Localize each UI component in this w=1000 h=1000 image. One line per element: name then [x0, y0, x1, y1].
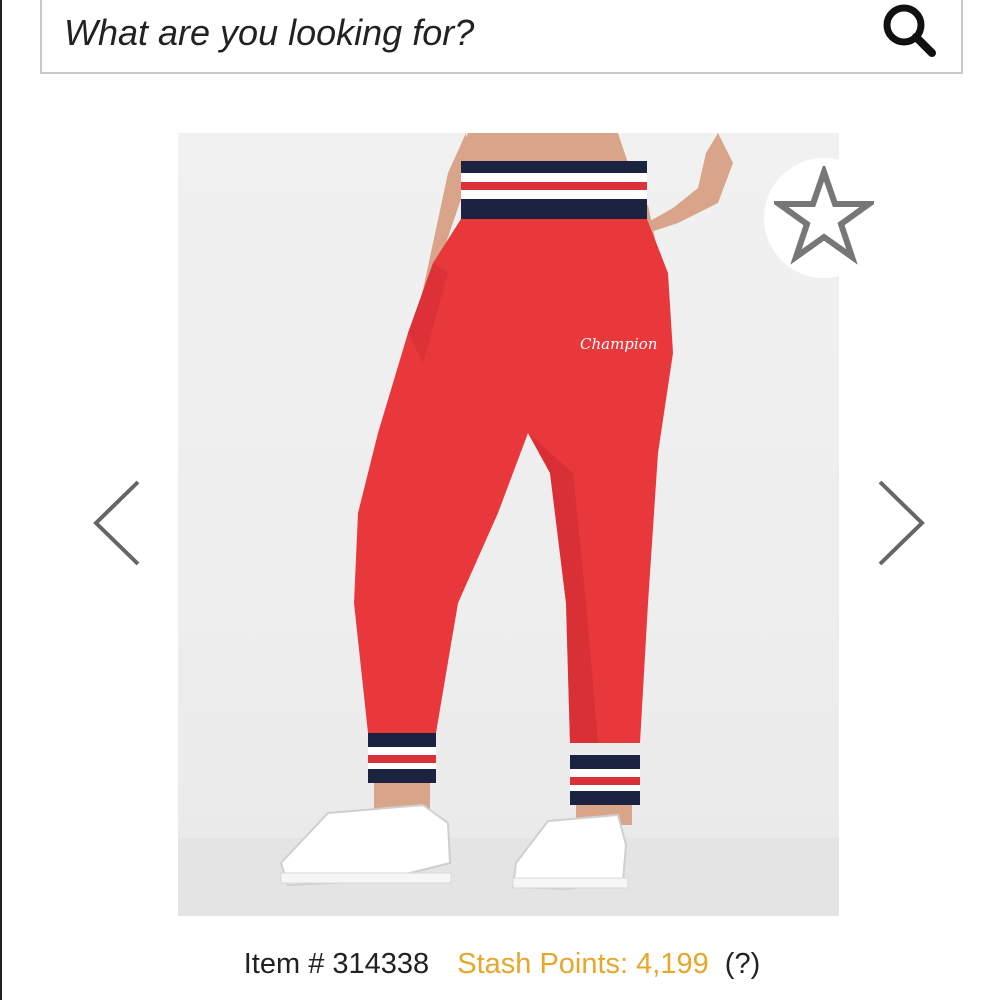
stash-points: Stash Points: 4,199 — [457, 948, 709, 980]
search-input[interactable] — [62, 4, 846, 62]
favorite-button[interactable] — [764, 158, 884, 278]
product-page: Champion — [0, 0, 1000, 1000]
chevron-left-icon — [90, 480, 150, 572]
item-number: Item # 314338 — [243, 948, 430, 980]
item-info: Item # 314338 Stash Points: 4,199 (?) — [2, 948, 1000, 981]
product-image[interactable]: Champion — [178, 133, 839, 916]
chevron-right-icon — [872, 480, 932, 572]
previous-image-button[interactable] — [90, 478, 150, 568]
brand-logo-text: Champion — [580, 335, 657, 353]
next-image-button[interactable] — [872, 478, 932, 568]
search-bar — [40, 0, 963, 74]
search-icon[interactable] — [877, 0, 941, 62]
stash-points-help-link[interactable]: (?) — [725, 948, 760, 980]
